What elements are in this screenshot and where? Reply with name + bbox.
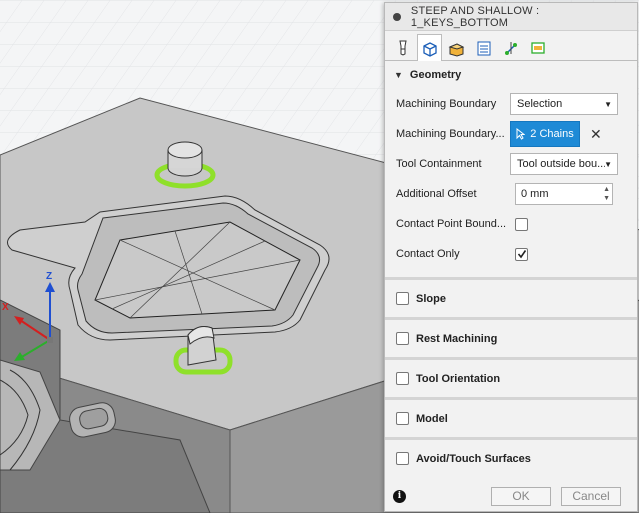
clear-selection-icon[interactable]: ✕ bbox=[590, 126, 602, 143]
tab-passes[interactable] bbox=[471, 35, 496, 60]
tab-geometry[interactable] bbox=[417, 34, 442, 61]
tab-tool[interactable] bbox=[390, 35, 415, 60]
avoid-touch-label: Avoid/Touch Surfaces bbox=[416, 452, 531, 465]
post-icon bbox=[530, 42, 545, 54]
boundary-selection-label: Machining Boundary... bbox=[396, 128, 505, 140]
axis-label-z: Z bbox=[46, 271, 53, 282]
boundary-selection-row: Machining Boundary... 2 Chains ✕ bbox=[385, 119, 637, 149]
model-label: Model bbox=[416, 412, 448, 425]
contact-only-label: Contact Only bbox=[396, 248, 460, 260]
group-avoid-touch-surfaces[interactable]: Avoid/Touch Surfaces bbox=[385, 437, 637, 477]
additional-offset-label: Additional Offset bbox=[396, 188, 477, 200]
contact-only-checkbox[interactable] bbox=[515, 247, 528, 261]
tool-containment-label: Tool Containment bbox=[396, 158, 482, 170]
contact-point-row: Contact Point Bound... bbox=[385, 209, 637, 239]
group-model[interactable]: Model bbox=[385, 397, 637, 437]
rest-machining-checkbox[interactable] bbox=[396, 332, 409, 345]
cancel-button[interactable]: Cancel bbox=[561, 486, 621, 506]
axis-label-x: X bbox=[2, 302, 9, 313]
spinner-arrows-icon[interactable]: ▲ ▼ bbox=[603, 185, 610, 203]
linking-icon bbox=[504, 42, 517, 55]
cursor-arrow-icon bbox=[516, 128, 526, 140]
dialog-footer: i OK Cancel bbox=[385, 481, 637, 511]
slope-checkbox[interactable] bbox=[396, 292, 409, 305]
operation-dialog: STEEP AND SHALLOW : 1_KEYS_BOTTOM ▼ Geom… bbox=[384, 2, 638, 512]
rest-machining-label: Rest Machining bbox=[416, 332, 498, 345]
chains-selection-button[interactable]: 2 Chains bbox=[510, 121, 580, 147]
geometry-heading: Geometry bbox=[409, 69, 462, 81]
chains-count: 2 Chains bbox=[530, 128, 574, 140]
tool-containment-row: Tool Containment Tool outside bou... ▼ bbox=[385, 149, 637, 179]
avoid-touch-checkbox[interactable] bbox=[396, 452, 409, 465]
dialog-titlebar[interactable]: STEEP AND SHALLOW : 1_KEYS_BOTTOM bbox=[385, 3, 637, 31]
tool-containment-select[interactable]: Tool outside bou... ▼ bbox=[510, 153, 618, 175]
contact-point-label: Contact Point Bound... bbox=[396, 218, 507, 230]
geometry-section-header[interactable]: ▼ Geometry bbox=[385, 61, 637, 89]
dropdown-arrow-icon: ▼ bbox=[604, 160, 612, 169]
tab-heights[interactable] bbox=[444, 35, 469, 60]
ok-button[interactable]: OK bbox=[491, 486, 551, 506]
collapse-caret-icon: ▼ bbox=[394, 70, 403, 80]
machining-boundary-value: Selection bbox=[517, 98, 563, 110]
machining-boundary-row: Machining Boundary Selection ▼ bbox=[385, 89, 637, 119]
passes-icon bbox=[477, 41, 490, 56]
machining-boundary-label: Machining Boundary bbox=[396, 98, 497, 110]
heights-icon bbox=[448, 42, 465, 57]
contact-point-checkbox[interactable] bbox=[515, 217, 528, 231]
model-checkbox[interactable] bbox=[396, 412, 409, 425]
dialog-bullet-icon bbox=[393, 12, 401, 21]
tab-post[interactable] bbox=[525, 35, 550, 60]
geometry-icon bbox=[423, 41, 437, 57]
checkmark-icon bbox=[517, 250, 526, 259]
dialog-tabs bbox=[385, 31, 637, 61]
machining-boundary-select[interactable]: Selection ▼ bbox=[510, 93, 618, 115]
tool-icon bbox=[398, 40, 407, 56]
tool-containment-value: Tool outside bou... bbox=[517, 158, 605, 170]
additional-offset-row: Additional Offset 0 mm ▲ ▼ bbox=[385, 179, 637, 209]
tool-orientation-checkbox[interactable] bbox=[396, 372, 409, 385]
slope-label: Slope bbox=[416, 292, 446, 305]
tab-linking[interactable] bbox=[498, 35, 523, 60]
dialog-title: STEEP AND SHALLOW : 1_KEYS_BOTTOM bbox=[410, 4, 540, 29]
additional-offset-input[interactable]: 0 mm ▲ ▼ bbox=[515, 183, 613, 205]
tool-orientation-label: Tool Orientation bbox=[416, 372, 501, 385]
group-slope[interactable]: Slope bbox=[385, 277, 637, 317]
info-icon[interactable]: i bbox=[393, 489, 406, 503]
additional-offset-value: 0 mm bbox=[521, 188, 549, 200]
contact-only-row: Contact Only bbox=[385, 239, 637, 269]
group-tool-orientation[interactable]: Tool Orientation bbox=[385, 357, 637, 397]
group-rest-machining[interactable]: Rest Machining bbox=[385, 317, 637, 357]
dropdown-arrow-icon: ▼ bbox=[604, 100, 612, 109]
